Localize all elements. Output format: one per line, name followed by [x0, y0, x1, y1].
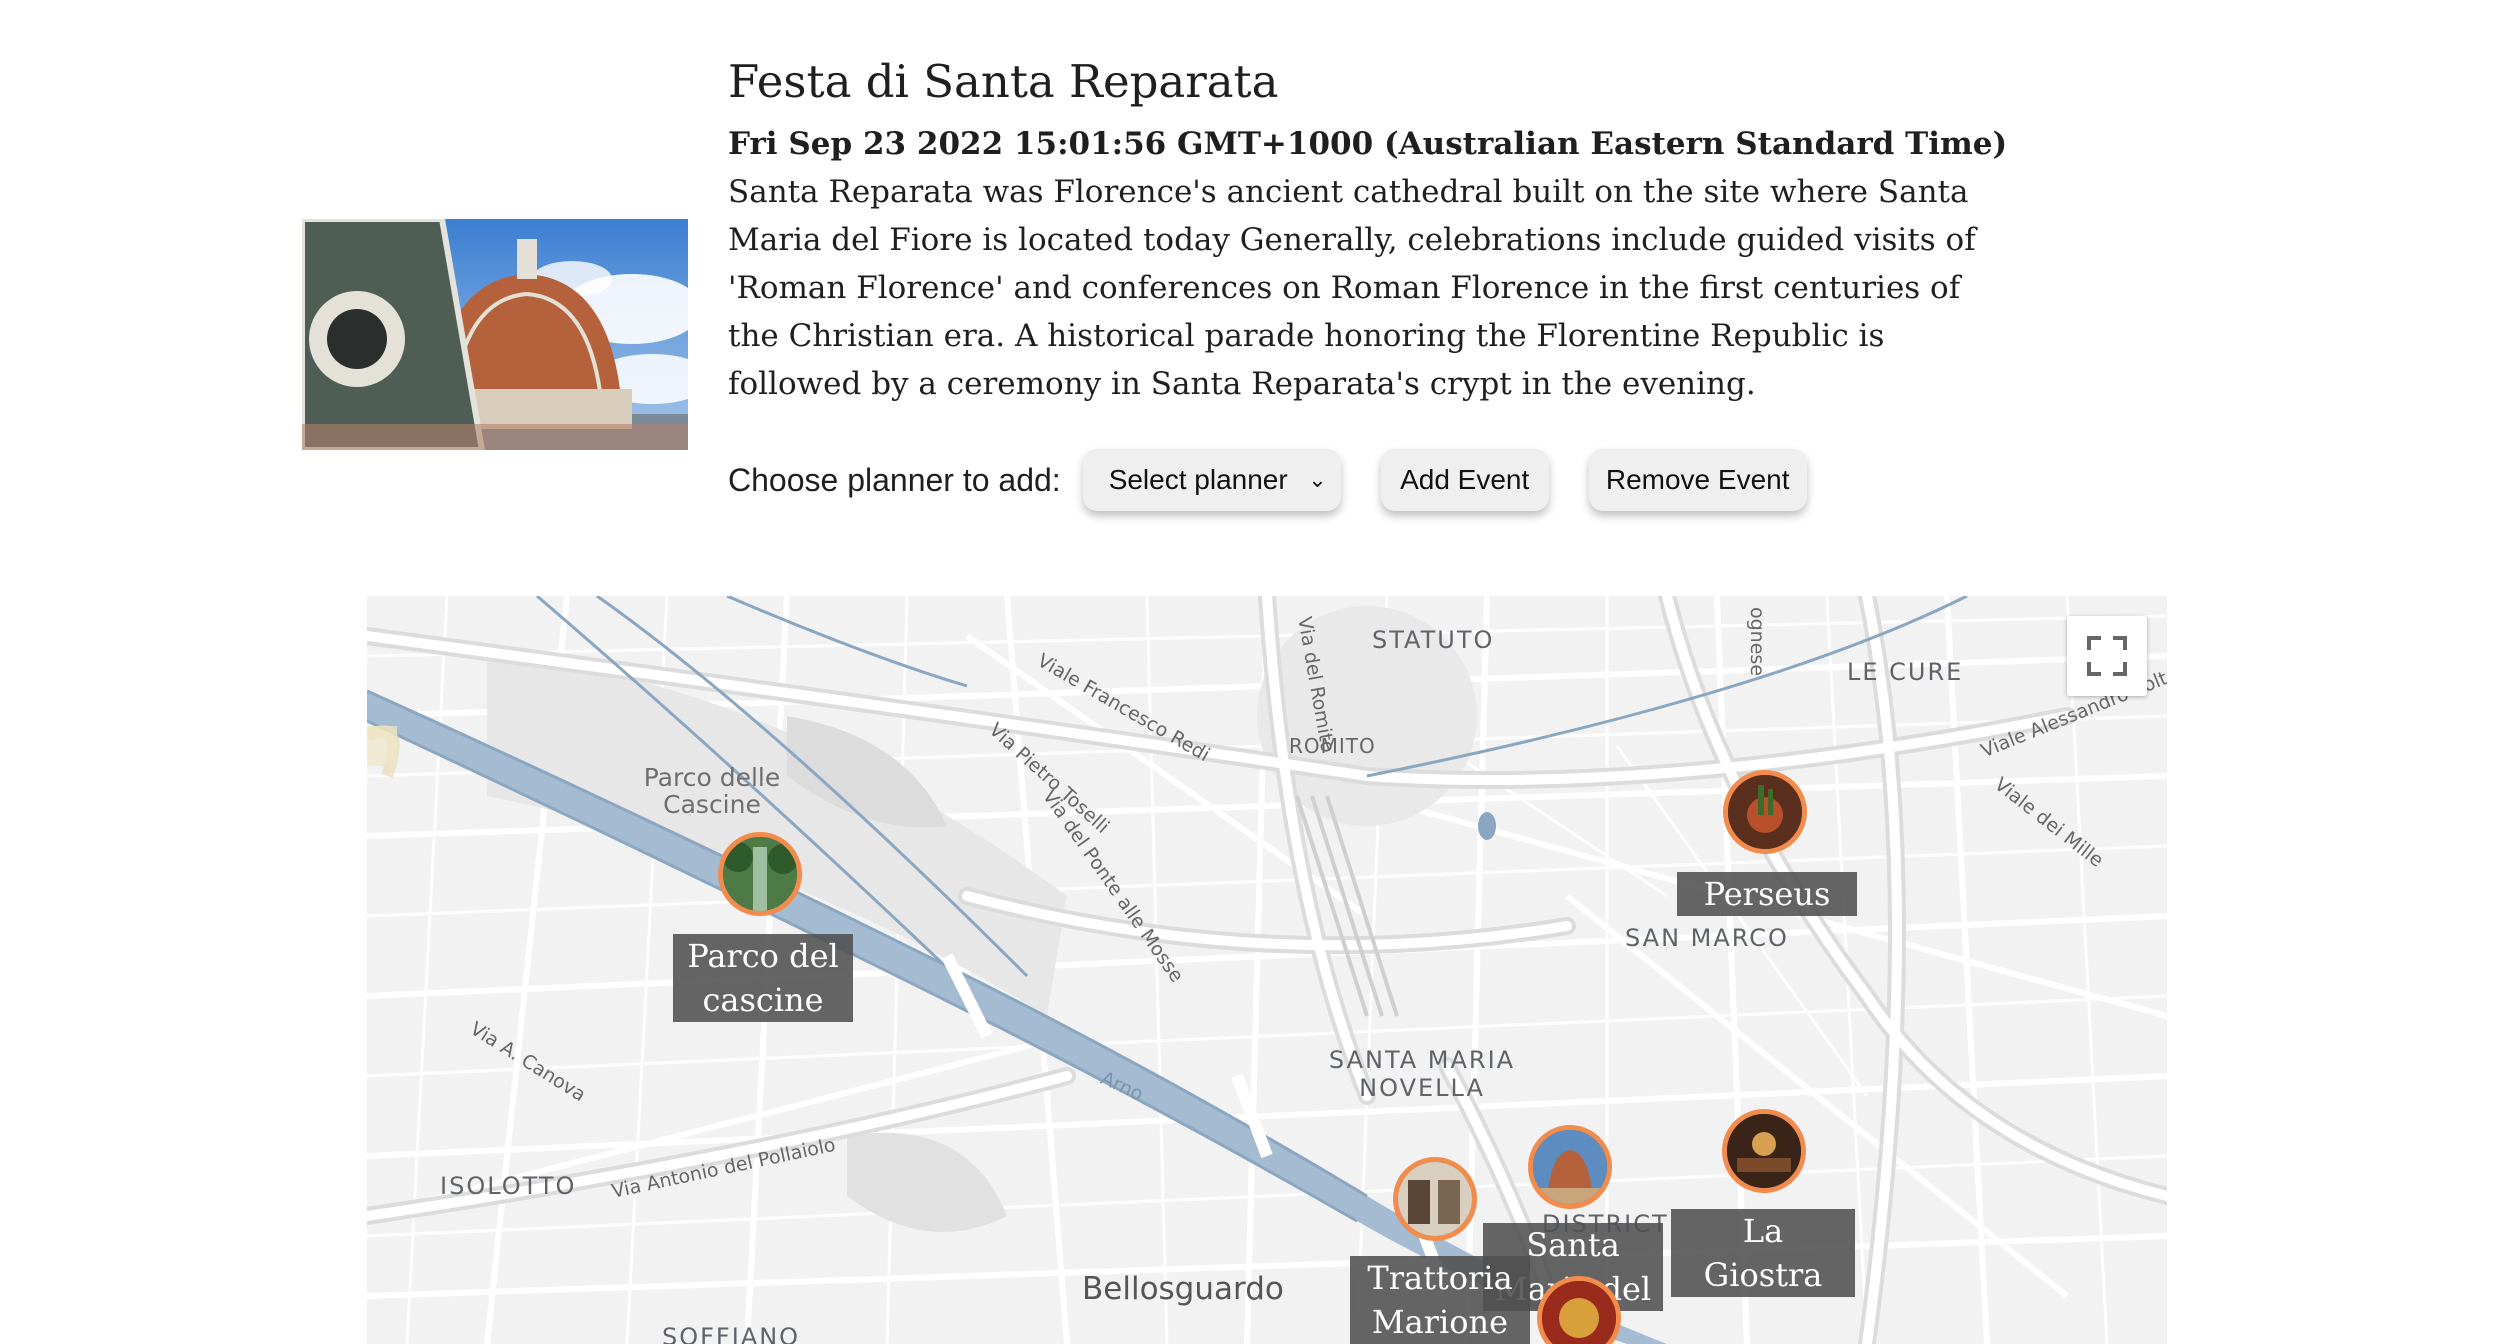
marker-label-trattoria-marione[interactable]: Trattoria Marione — [1350, 1256, 1530, 1344]
planner-label: Choose planner to add: — [728, 461, 1061, 498]
marker-label-perseus[interactable]: Perseus — [1677, 872, 1857, 916]
planner-select[interactable]: Select planner ⌄ — [1082, 449, 1341, 511]
remove-event-button[interactable]: Remove Event — [1588, 449, 1807, 511]
event-description: Santa Reparata was Florence's ancient ca… — [728, 174, 1976, 402]
planner-controls: Choose planner to add: Select planner ⌄ … — [728, 445, 1847, 515]
event-image — [302, 219, 688, 450]
marker-label-la-giostra[interactable]: La Giostra — [1671, 1209, 1855, 1297]
marker-parco-del-cascine[interactable] — [718, 832, 802, 916]
marker-la-giostra[interactable] — [1722, 1109, 1806, 1193]
map-label-santa-maria-novella: SANTA MARIA NOVELLA — [1328, 1046, 1516, 1102]
fullscreen-button[interactable] — [2067, 616, 2147, 696]
map-label-parco-delle-cascine: Parco delle Cascine — [643, 763, 781, 819]
chevron-down-icon: ⌄ — [1308, 467, 1327, 492]
map-base — [367, 596, 2167, 1344]
event-title: Festa di Santa Reparata — [728, 55, 1279, 108]
marker-santa-maria-del-fiore[interactable] — [1528, 1125, 1612, 1209]
map[interactable]: STATUTO LE CURE ROMITO SAN MARCO SANTA M… — [367, 596, 2167, 1344]
map-label-statuto: STATUTO — [1372, 626, 1495, 654]
map-label-le-cure: LE CURE — [1847, 658, 1964, 686]
marker-perseus[interactable] — [1723, 770, 1807, 854]
map-label-soffiano: SOFFIANO — [662, 1323, 801, 1344]
planner-select-value: Select planner — [1108, 464, 1288, 495]
map-label-san-marco: SAN MARCO — [1625, 924, 1789, 952]
event-date: Fri Sep 23 2022 15:01:56 GMT+1000 (Austr… — [728, 126, 2008, 162]
marker-trattoria-marione[interactable] — [1393, 1157, 1477, 1241]
map-label-bellosguardo: Bellosguardo — [1082, 1271, 1284, 1307]
fullscreen-icon — [2087, 636, 2127, 676]
add-event-button[interactable]: Add Event — [1380, 449, 1549, 511]
map-label-ognese: ognese — [1746, 607, 1768, 677]
event-details: Festa di Santa Reparata Fri Sep 23 2022 … — [728, 50, 2028, 408]
marker-label-parco-del-cascine[interactable]: Parco del cascine — [673, 934, 853, 1022]
map-label-isolotto: ISOLOTTO — [440, 1172, 577, 1200]
